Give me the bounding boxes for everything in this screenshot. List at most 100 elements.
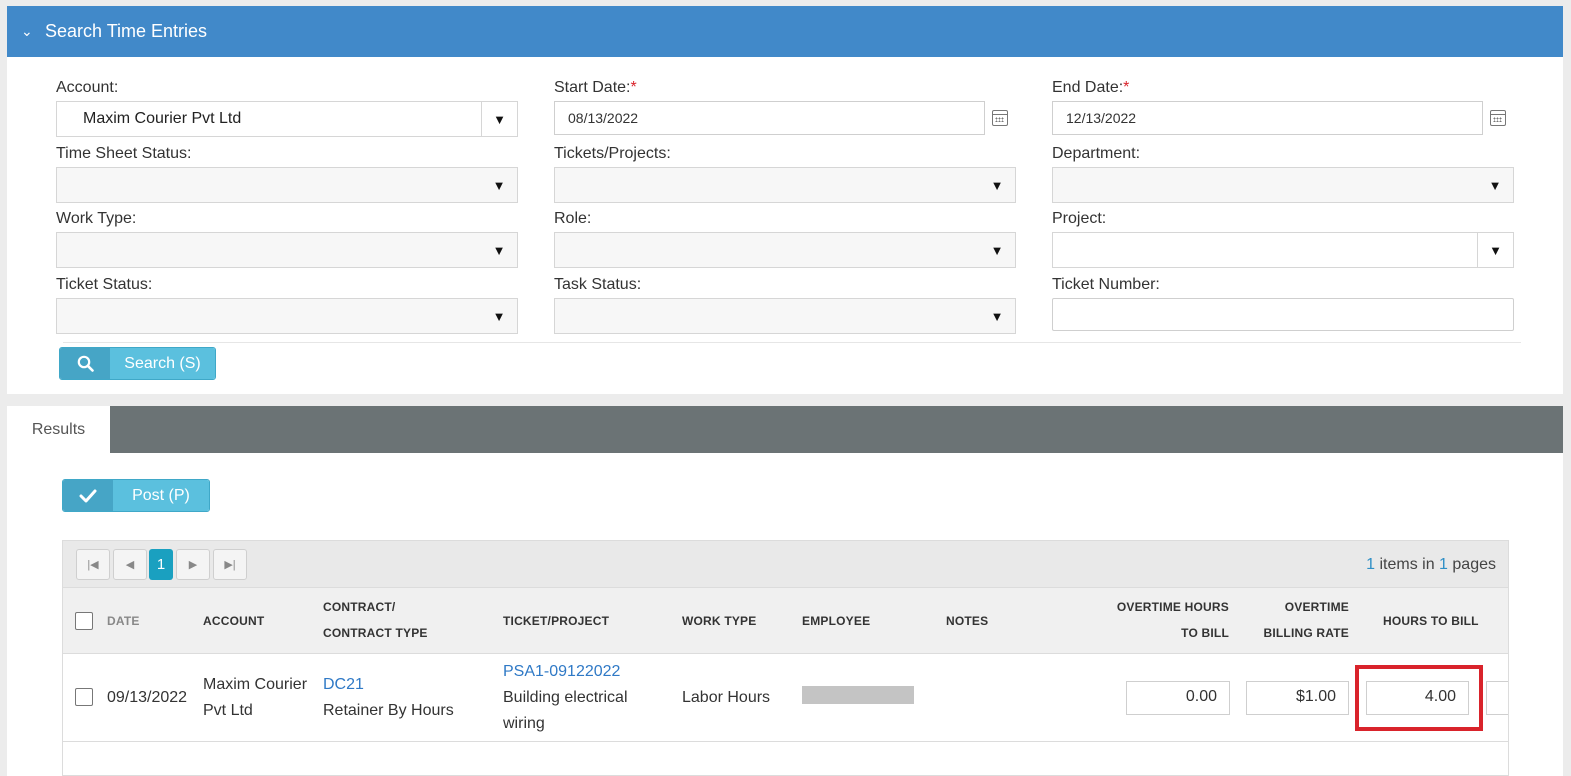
- last-page-icon[interactable]: ▶|: [213, 549, 247, 580]
- start-date-label: Start Date:*: [554, 79, 637, 97]
- column-work-type[interactable]: WORK TYPE: [682, 608, 756, 634]
- first-page-icon[interactable]: |◀: [76, 549, 110, 580]
- row-ticket-title-line2: wiring: [503, 715, 545, 732]
- next-page-icon[interactable]: ▶: [176, 549, 210, 580]
- column-overtime-hours-line2: TO BILL: [1181, 626, 1229, 640]
- search-button[interactable]: Search (S): [59, 347, 216, 380]
- overtime-hours-input[interactable]: 0.00: [1126, 681, 1230, 715]
- dropdown-arrow-icon[interactable]: ▼: [979, 233, 1015, 267]
- end-date-input[interactable]: 12/13/2022: [1052, 101, 1483, 135]
- table-row: 09/13/2022 Maxim Courier Pvt Ltd DC21 Re…: [63, 654, 1508, 742]
- end-date-label: End Date:*: [1052, 79, 1129, 97]
- ticket-link[interactable]: PSA1-09122022: [503, 659, 628, 685]
- ticket-status-label: Ticket Status:: [56, 276, 153, 293]
- department-select[interactable]: ▼: [1052, 167, 1514, 203]
- items-text: items in: [1375, 556, 1440, 573]
- column-hours-to-bill[interactable]: HOURS TO BILL: [1383, 608, 1479, 634]
- highlight-box: [1355, 665, 1483, 731]
- row-checkbox[interactable]: [75, 688, 93, 706]
- search-icon: [60, 348, 110, 379]
- pages-text: pages: [1447, 556, 1496, 573]
- start-date-label-text: Start Date:: [554, 79, 631, 96]
- task-status-select[interactable]: ▼: [554, 298, 1016, 334]
- ticket-number-label: Ticket Number:: [1052, 276, 1160, 293]
- search-panel-header[interactable]: ⌄ Search Time Entries: [7, 6, 1563, 57]
- post-button[interactable]: Post (P): [62, 479, 210, 512]
- next-column-input[interactable]: [1486, 681, 1508, 715]
- grid-header-row: DATE ACCOUNT CONTRACT/ CONTRACT TYPE TIC…: [63, 588, 1508, 654]
- dropdown-arrow-icon[interactable]: ▼: [481, 299, 517, 333]
- account-select-value: Maxim Courier Pvt Ltd: [83, 110, 242, 127]
- select-all-checkbox[interactable]: [75, 612, 93, 630]
- time-sheet-status-select[interactable]: ▼: [56, 167, 518, 203]
- dropdown-arrow-icon[interactable]: ▼: [979, 168, 1015, 202]
- post-button-label: Post (P): [113, 480, 209, 511]
- divider: [63, 342, 1521, 343]
- column-contract[interactable]: CONTRACT/ CONTRACT TYPE: [323, 594, 428, 646]
- department-label: Department:: [1052, 145, 1141, 162]
- column-date[interactable]: DATE: [107, 608, 140, 634]
- required-mark: *: [630, 79, 637, 96]
- column-notes[interactable]: NOTES: [946, 608, 988, 634]
- current-page[interactable]: 1: [149, 549, 173, 580]
- column-employee[interactable]: EMPLOYEE: [802, 608, 870, 634]
- dropdown-arrow-icon[interactable]: ▼: [1477, 168, 1513, 202]
- start-date-input[interactable]: 08/13/2022: [554, 101, 985, 135]
- calendar-icon[interactable]: [1490, 110, 1506, 126]
- column-contract-line1: CONTRACT/: [323, 600, 396, 614]
- account-label: Account:: [56, 79, 119, 96]
- role-select[interactable]: ▼: [554, 232, 1016, 268]
- required-mark: *: [1123, 79, 1130, 96]
- time-sheet-status-label: Time Sheet Status:: [56, 145, 192, 162]
- dropdown-arrow-icon[interactable]: ▼: [979, 299, 1015, 333]
- search-panel: ⌄ Search Time Entries Account: Maxim Cou…: [7, 6, 1563, 394]
- row-work-type: Labor Hours: [682, 689, 771, 706]
- column-overtime-rate[interactable]: OVERTIME BILLING RATE: [1243, 594, 1349, 646]
- column-ticket-project[interactable]: TICKET/PROJECT: [503, 608, 609, 634]
- tickets-projects-label: Tickets/Projects:: [554, 145, 671, 162]
- project-label: Project:: [1052, 210, 1107, 227]
- items-count: 1: [1366, 556, 1376, 573]
- row-date: 09/13/2022: [107, 689, 188, 706]
- employee-name-redacted: [802, 686, 914, 704]
- row-ticket-project: PSA1-09122022 Building electrical wiring: [503, 659, 628, 737]
- project-select[interactable]: ▼: [1052, 232, 1514, 268]
- contract-link[interactable]: DC21: [323, 672, 454, 698]
- row-contract-type: Retainer By Hours: [323, 702, 454, 719]
- end-date-label-text: End Date:: [1052, 79, 1124, 96]
- dropdown-arrow-icon[interactable]: ▼: [481, 233, 517, 267]
- tickets-projects-select[interactable]: ▼: [554, 167, 1016, 203]
- overtime-rate-input[interactable]: $1.00: [1246, 681, 1349, 715]
- column-overtime-rate-line1: OVERTIME: [1284, 600, 1349, 614]
- search-button-label: Search (S): [110, 348, 215, 379]
- row-contract: DC21 Retainer By Hours: [323, 672, 454, 724]
- pager-info: 1 items in 1 pages: [1366, 556, 1496, 574]
- column-overtime-hours[interactable]: OVERTIME HOURS TO BILL: [1103, 594, 1229, 646]
- pager: |◀ ◀ 1 ▶ ▶| 1 items in 1 pages: [63, 541, 1508, 588]
- time-entries-grid: |◀ ◀ 1 ▶ ▶| 1 items in 1 pages DATE ACCO…: [62, 540, 1509, 776]
- row-account: Maxim Courier Pvt Ltd: [203, 672, 307, 724]
- task-status-label: Task Status:: [554, 276, 642, 293]
- chevron-down-icon[interactable]: ⌄: [21, 23, 39, 40]
- column-overtime-hours-line1: OVERTIME HOURS: [1116, 600, 1229, 614]
- dropdown-arrow-icon[interactable]: ▼: [481, 102, 517, 136]
- column-account[interactable]: ACCOUNT: [203, 608, 264, 634]
- tab-bar: [7, 406, 1563, 453]
- row-account-line1: Maxim Courier: [203, 676, 308, 693]
- ticket-number-input[interactable]: [1052, 298, 1514, 331]
- prev-page-icon[interactable]: ◀: [113, 549, 147, 580]
- dropdown-arrow-icon[interactable]: ▼: [481, 168, 517, 202]
- tab-results[interactable]: Results: [7, 406, 110, 453]
- row-account-line2: Pvt Ltd: [203, 702, 253, 719]
- dropdown-arrow-icon[interactable]: ▼: [1477, 233, 1513, 267]
- column-overtime-rate-line2: BILLING RATE: [1263, 626, 1349, 640]
- account-select[interactable]: Maxim Courier Pvt Ltd ▼: [56, 101, 518, 137]
- ticket-status-select[interactable]: ▼: [56, 298, 518, 334]
- role-label: Role:: [554, 210, 592, 227]
- work-type-label: Work Type:: [56, 210, 137, 227]
- checkmark-icon: [63, 480, 113, 511]
- calendar-icon[interactable]: [992, 110, 1008, 126]
- search-panel-title: Search Time Entries: [45, 21, 208, 41]
- work-type-select[interactable]: ▼: [56, 232, 518, 268]
- pages-count: 1: [1439, 556, 1448, 573]
